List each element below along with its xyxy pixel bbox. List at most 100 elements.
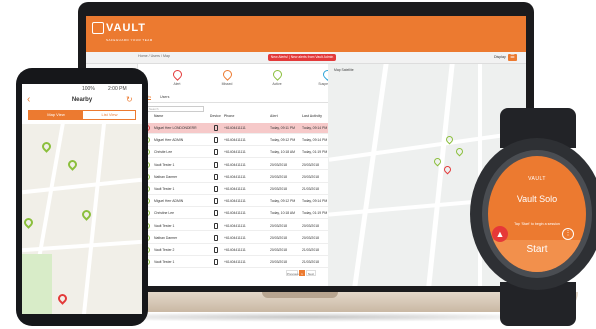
vault-logo-icon	[92, 22, 104, 35]
start-button[interactable]: Start	[488, 240, 586, 272]
prev-page-button[interactable]: Previous	[286, 270, 299, 276]
next-page-button[interactable]: Next	[306, 270, 316, 276]
view-segment: Map View List View	[28, 110, 136, 120]
logo-text: VAULT	[106, 22, 147, 34]
logo-tagline: SAFEGUARD YOUR TEAM	[106, 38, 153, 42]
user-marker-icon[interactable]	[454, 146, 465, 157]
user-phone: +61404411111	[224, 150, 246, 155]
stat-active[interactable]: Active	[262, 66, 292, 92]
phone-device-icon	[214, 210, 218, 217]
phone-device-icon	[214, 222, 218, 229]
laptop-screen: VAULT SAFEGUARD YOUR TEAM Home / Users /…	[86, 16, 526, 286]
phone-device-icon	[214, 125, 218, 131]
search-input[interactable]: Search	[144, 106, 204, 112]
user-marker-icon[interactable]	[66, 158, 79, 171]
watch-title: Vault Solo	[516, 194, 558, 204]
list-view-tab[interactable]: List View	[83, 111, 136, 119]
phone-device-icon	[214, 198, 218, 205]
last-activity: Today, 01:19 PM	[302, 211, 328, 216]
col-alert[interactable]: Alert	[270, 114, 278, 122]
breadcrumb: Home / Users / Map	[138, 54, 170, 58]
alert-time: Today, 09:12 PM	[270, 199, 296, 204]
watch-screen: VAULT Vault Solo Tap 'Start' to begin a …	[488, 156, 586, 272]
col-last-activity[interactable]: Last Activity	[302, 114, 322, 122]
phone-title: Nearby	[71, 97, 93, 103]
park-area	[22, 254, 52, 314]
battery-level: 100%	[82, 86, 95, 92]
phone-status-bar: 100% 2:00 PM	[22, 84, 142, 94]
alert-triangle-icon[interactable]: ▲	[492, 226, 508, 242]
alert-banner[interactable]: New Alerts! | New alerts from Vault Admi…	[268, 54, 336, 61]
laptop-notch	[262, 292, 338, 298]
map-road	[22, 177, 142, 195]
last-activity: Today, 09:14 PM	[302, 126, 328, 130]
stat-label: Missed	[221, 82, 233, 86]
alert-time: Today, 10:18 AM	[270, 150, 296, 155]
watch-logo: VAULT	[528, 176, 546, 182]
user-name: Miguel Herr LONDONDERR	[154, 126, 197, 130]
user-name: Vault Tester 2	[154, 248, 175, 252]
phone-device-icon	[214, 173, 218, 180]
alert-time: Today, 09:12 PM	[270, 138, 296, 143]
col-device[interactable]: Device	[210, 114, 221, 122]
col-phone[interactable]: Phone	[224, 114, 234, 122]
alert-time: 20/03/2018	[270, 174, 287, 179]
last-activity: 21/03/2018	[302, 260, 319, 265]
alert-marker-icon[interactable]	[442, 164, 453, 175]
user-name: Miguel Herr ADMIN	[154, 138, 184, 143]
alert-time: 20/03/2018	[270, 162, 287, 167]
user-marker-icon[interactable]	[22, 216, 35, 229]
phone-map[interactable]	[22, 124, 142, 314]
user-name: Vault Tester 1	[154, 162, 175, 167]
alert-marker-icon[interactable]	[56, 292, 69, 305]
last-activity: Today, 09:14 PM	[302, 138, 328, 143]
stat-missed[interactable]: Missed	[212, 66, 242, 92]
phone-device-icon	[214, 259, 218, 266]
alert-time: 20/03/2018	[270, 235, 287, 240]
user-name: Christie Lee	[154, 150, 173, 155]
user-phone: +61404411111	[224, 211, 246, 216]
alert-time: Today, 10:18 AM	[270, 211, 296, 216]
alert-time: Today, 09:11 PM	[270, 126, 295, 130]
phone-screen: 100% 2:00 PM ‹ Nearby ↻ Map View List Vi…	[22, 84, 142, 314]
page-1-button[interactable]: 1	[299, 270, 305, 276]
map-road	[352, 64, 389, 286]
phone-device-icon	[214, 234, 218, 241]
user-name: Christine Lee	[154, 211, 174, 216]
alert-pin-icon	[170, 68, 184, 81]
more-options-icon[interactable]: ⋮	[562, 228, 574, 240]
phone-device-icon	[214, 161, 218, 168]
status-time: 2:00 PM	[108, 86, 127, 92]
phone-header: ‹ Nearby ↻	[22, 94, 142, 108]
last-activity: 21/03/2018	[302, 187, 319, 191]
watch-hint: Tap 'Start' to begin a session	[514, 222, 560, 226]
alert-time: 20/03/2018	[270, 248, 287, 252]
user-phone: +61404411111	[224, 138, 246, 143]
last-activity: 20/03/2018	[302, 174, 319, 179]
map-view-tab[interactable]: Map View	[29, 111, 83, 119]
last-activity: 20/03/2018	[302, 162, 319, 167]
refresh-icon[interactable]: ↻	[126, 95, 133, 104]
user-phone: +61404411111	[224, 126, 246, 130]
display-toggle-label: Display	[494, 55, 506, 59]
user-phone: +61404411111	[224, 162, 246, 167]
active-pin-icon	[270, 68, 284, 81]
phone-device-icon	[214, 247, 218, 253]
map-type-tabs[interactable]: Map Satellite	[334, 68, 354, 72]
user-marker-icon[interactable]	[40, 140, 53, 153]
sub-toolbar: Home / Users / Map New Alerts! | New ale…	[86, 52, 526, 64]
stat-label: Active	[272, 82, 282, 86]
last-activity: Today, 09:14 PM	[302, 199, 328, 204]
user-phone: +61404411111	[224, 187, 246, 191]
stat-alert[interactable]: Alert	[162, 66, 192, 92]
col-name[interactable]: Name	[154, 114, 163, 122]
tab-users[interactable]: Users	[160, 95, 169, 99]
user-name: Miguel Herr ADMIN	[154, 199, 184, 204]
user-name: Vault Tester 1	[154, 223, 175, 228]
user-phone: +61404411111	[224, 248, 246, 252]
menu-toggle-button[interactable]: ☰	[508, 54, 517, 61]
alert-time: 20/03/2018	[270, 187, 287, 191]
user-name: Nathan Darmer	[154, 174, 178, 179]
user-phone: +61404411111	[224, 235, 246, 240]
brand-logo[interactable]: VAULT	[92, 22, 147, 35]
